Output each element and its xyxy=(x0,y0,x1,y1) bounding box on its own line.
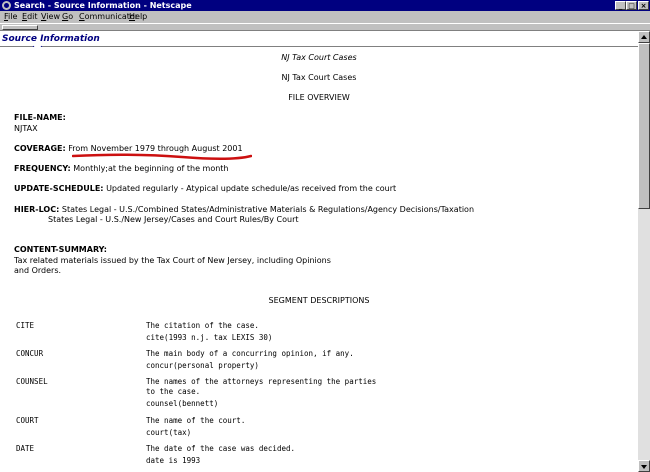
file-name-value: NJTAX xyxy=(14,124,38,133)
hier-loc-row: HIER-LOC: States Legal - U.S./Combined S… xyxy=(14,205,474,214)
segment-example: concur(personal property) xyxy=(146,361,259,370)
segment-example: court(tax) xyxy=(146,428,192,437)
update-schedule-row: UPDATE-SCHEDULE: Updated regularly - Aty… xyxy=(14,184,396,193)
coverage-row: COVERAGE: From November 1979 through Aug… xyxy=(14,144,243,153)
coverage-label: COVERAGE: xyxy=(14,144,66,153)
coverage-annotation-underline xyxy=(72,153,252,161)
menu-view[interactable]: View xyxy=(41,11,60,23)
segment-description: The name of the court. xyxy=(146,416,246,425)
scroll-down-button[interactable] xyxy=(638,460,650,472)
collapsed-toolbar[interactable] xyxy=(0,23,650,31)
frequency-value: Monthly;at the beginning of the month xyxy=(73,164,229,173)
doc-title-italic: NJ Tax Court Cases xyxy=(281,53,357,62)
menu-go[interactable]: Go xyxy=(62,11,73,23)
doc-title: NJ Tax Court Cases xyxy=(281,73,357,82)
content-summary-label: CONTENT-SUMMARY: xyxy=(14,245,107,254)
netscape-icon xyxy=(2,1,11,10)
segments-heading: SEGMENT DESCRIPTIONS xyxy=(268,296,370,305)
overview-heading: FILE OVERVIEW xyxy=(288,93,350,102)
segment-name: COURT xyxy=(16,416,39,425)
file-name-label: FILE-NAME: xyxy=(14,113,66,122)
menu-bar: File Edit View Go Communicator Help xyxy=(0,11,650,23)
content-summary-line-2: and Orders. xyxy=(14,266,62,275)
scroll-thumb[interactable] xyxy=(638,43,650,209)
document-content: NJ Tax Court Cases NJ Tax Court Cases FI… xyxy=(0,47,638,472)
segment-name: DATE xyxy=(16,444,35,453)
segment-example: counsel(bennett) xyxy=(146,399,219,408)
scroll-up-button[interactable] xyxy=(638,31,650,43)
window-title: Search - Source Information - Netscape xyxy=(14,1,192,10)
minimize-button[interactable]: _ xyxy=(615,1,626,10)
frame-header-label: Source Information xyxy=(2,34,100,44)
hier-loc-value-2: States Legal - U.S./New Jersey/Cases and… xyxy=(48,215,299,224)
menu-help[interactable]: Help xyxy=(129,11,147,23)
hier-loc-value-1: States Legal - U.S./Combined States/Admi… xyxy=(61,205,475,214)
segment-description: The main body of a concurring opinion, i… xyxy=(146,349,354,358)
segment-name: CONCUR xyxy=(16,349,44,358)
segment-description-cont: to the case. xyxy=(146,387,201,396)
segment-name: CITE xyxy=(16,321,35,330)
coverage-value: From November 1979 through August 2001 xyxy=(68,144,243,153)
vertical-scrollbar[interactable] xyxy=(638,31,650,472)
segment-example: date is 1993 xyxy=(146,456,201,465)
update-schedule-label: UPDATE-SCHEDULE: xyxy=(14,184,104,193)
frame-header: Source Information xyxy=(0,31,638,52)
segment-example: cite(1993 n.j. tax LEXIS 30) xyxy=(146,333,273,342)
toolbar-grip-tab[interactable] xyxy=(2,25,38,30)
frequency-row: FREQUENCY: Monthly;at the beginning of t… xyxy=(14,164,229,173)
close-button[interactable]: × xyxy=(638,1,649,10)
frequency-label: FREQUENCY: xyxy=(14,164,71,173)
menu-file[interactable]: File xyxy=(4,11,17,23)
hier-loc-label: HIER-LOC: xyxy=(14,205,60,214)
maximize-button[interactable]: □ xyxy=(626,1,637,10)
segment-name: COUNSEL xyxy=(16,377,48,386)
segment-description: The date of the case was decided. xyxy=(146,444,296,453)
segment-description: The citation of the case. xyxy=(146,321,259,330)
window-title-bar[interactable]: Search - Source Information - Netscape _… xyxy=(0,0,650,11)
segment-description: The names of the attorneys representing … xyxy=(146,377,377,386)
menu-edit[interactable]: Edit xyxy=(22,11,38,23)
content-summary-line-1: Tax related materials issued by the Tax … xyxy=(14,256,331,265)
update-schedule-value: Updated regularly - Atypical update sche… xyxy=(106,184,397,193)
